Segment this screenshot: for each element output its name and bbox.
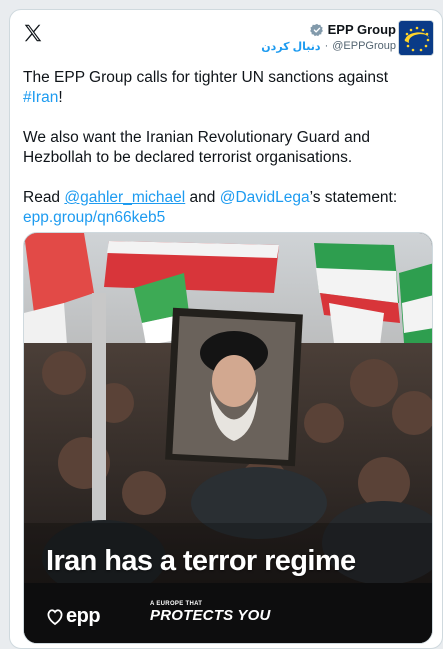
iran-flag <box>399 263 432 353</box>
epp-heart-icon <box>47 608 63 625</box>
url-link[interactable]: epp.group/qn66keb5 <box>23 209 165 226</box>
epp-avatar-logo-icon <box>399 21 433 55</box>
tweet-text-span: ! <box>58 89 63 106</box>
tweet-paragraph-2: We also want the Iranian Revolutionary G… <box>23 129 370 166</box>
hashtag-link[interactable]: #Iran <box>23 89 58 106</box>
epp-logo-text: epp <box>66 605 101 627</box>
author-block: EPP Group دنبال کردن · @EPPGroup <box>261 22 396 53</box>
slogan: A EUROPE THAT PROTECTS YOU <box>150 601 270 624</box>
separator-dot: · <box>324 40 329 52</box>
protest-photo <box>24 233 432 643</box>
verified-badge-icon <box>309 23 323 36</box>
author-handle[interactable]: @EPPGroup <box>332 40 396 53</box>
avatar[interactable] <box>398 20 434 56</box>
tweet-text-span: and <box>185 189 220 206</box>
iran-flag <box>104 241 279 293</box>
tweet-text: The EPP Group calls for tighter UN sanct… <box>23 68 423 248</box>
tweet-paragraph-1: The EPP Group calls for tighter UN sanct… <box>23 68 423 108</box>
tweet-text-span: The EPP Group calls for tighter UN sanct… <box>23 69 388 86</box>
tweet-media-image[interactable]: Iran has a terror regime epp A EUROPE TH… <box>23 232 433 644</box>
mention-link-gahler[interactable]: @gahler_michael <box>64 189 185 206</box>
mention-link-lega[interactable]: @DavidLega <box>220 189 310 206</box>
tweet-card[interactable]: EPP Group دنبال کردن · @EPPGroup The EPP… <box>9 9 443 649</box>
x-logo-icon[interactable] <box>22 22 44 44</box>
slogan-big: PROTECTS YOU <box>150 607 271 624</box>
author-name[interactable]: EPP Group <box>328 22 396 37</box>
epp-logo: epp <box>46 605 101 628</box>
tweet-text-span: Read <box>23 189 65 206</box>
follow-button[interactable]: دنبال کردن <box>261 40 320 53</box>
image-headline: Iran has a terror regime <box>46 545 356 577</box>
tweet-text-span: ’s statement: <box>309 189 398 206</box>
portrait-poster <box>165 307 303 467</box>
tweet-paragraph-3: Read @gahler_michael and @DavidLega’s st… <box>23 188 423 228</box>
